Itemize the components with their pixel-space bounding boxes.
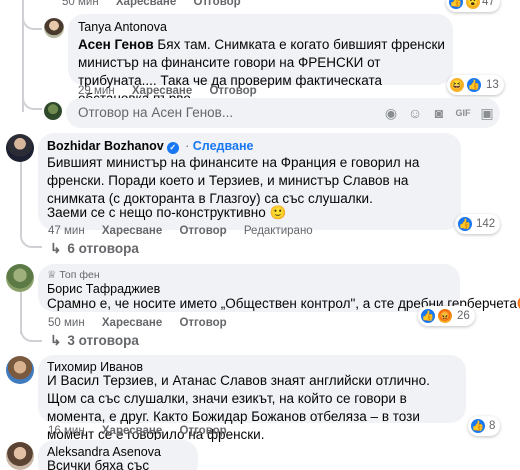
- comment-time: 47 мин: [48, 225, 85, 237]
- reaction-summary[interactable]: 👍 142: [455, 214, 501, 234]
- top-fan-badge: ♕ Топ фен: [47, 269, 100, 281]
- avatar[interactable]: [6, 356, 34, 384]
- comment-meta: 29 мин Харесване Отговор: [78, 85, 271, 97]
- reply-button[interactable]: Отговор: [209, 85, 256, 97]
- reply-button[interactable]: Отговор: [179, 425, 226, 437]
- comment-text: Всички бяха със слушалки.: [47, 458, 150, 470]
- reply-input[interactable]: Отговор на Асен Генов... ◉ ☺ ◙ GIF ▣: [66, 98, 500, 128]
- comment-bubble: Tanya Antonova Асен Генов Бях там. Снимк…: [68, 14, 453, 106]
- like-icon: 👍: [457, 216, 473, 232]
- comment-time: 29 мин: [78, 85, 115, 97]
- thread-curve: [22, 12, 42, 30]
- comment-meta: 16 мин Харесване Отговор: [48, 425, 241, 437]
- view-replies-button[interactable]: ↳ 6 отговора: [50, 241, 139, 257]
- top-comment-meta: 50 мин Харесване Отговор: [62, 0, 255, 8]
- haha-icon: 😆: [449, 77, 465, 93]
- avatar[interactable]: [6, 442, 34, 470]
- reaction-summary[interactable]: 😆 👍 13: [447, 75, 504, 95]
- top-time: 50 мин: [62, 0, 99, 8]
- badge-label: Топ фен: [59, 269, 100, 281]
- top-like-button[interactable]: Харесване: [116, 0, 176, 8]
- avatar-sticker-icon[interactable]: ◉: [382, 104, 400, 122]
- edited-label: Редактирано: [243, 225, 313, 237]
- reply-arrow-icon: ↳: [50, 333, 62, 348]
- reaction-count: 13: [486, 79, 499, 91]
- comment-text: Бившият министър на финансите на Франция…: [47, 155, 420, 206]
- comment-author[interactable]: Борис Тафраджиев: [47, 282, 160, 296]
- avatar[interactable]: [6, 264, 34, 292]
- comment-bubble: Bozhidar Bozhanov ✓ · Следване Бившият ми…: [38, 133, 461, 230]
- reaction-count: 26: [457, 310, 470, 322]
- current-user-avatar: [44, 102, 62, 120]
- reaction-count: 142: [476, 218, 496, 230]
- replies-count: 6 отговора: [67, 241, 139, 256]
- comment-author[interactable]: Tanya Antonova: [78, 20, 167, 34]
- verified-icon: ✓: [166, 142, 179, 154]
- view-replies-button[interactable]: ↳ 3 отговора: [50, 333, 139, 349]
- comment-author[interactable]: Bozhidar Bozhanov: [47, 139, 164, 153]
- replies-count: 3 отговора: [67, 333, 139, 348]
- comment-bubble: ♕ Топ фен Борис Тафраджиев Срамно е, че …: [38, 264, 520, 312]
- comment-meta: 50 мин Харесване Отговор: [48, 317, 241, 329]
- comment-text-2: Заеми се с нещо по-конструктивно 🙂: [47, 205, 287, 220]
- thread-curve: [20, 322, 42, 342]
- comment-bubble: Aleksandra Asenova Всички бяха със слуша…: [38, 440, 198, 470]
- top-reply-button[interactable]: Отговор: [193, 0, 240, 8]
- angry-icon: 😡: [437, 308, 453, 324]
- reply-arrow-icon: ↳: [50, 241, 62, 256]
- reply-button[interactable]: Отговор: [179, 317, 226, 329]
- like-button[interactable]: Харесване: [102, 425, 162, 437]
- mention-tag[interactable]: Асен Генов: [78, 37, 154, 52]
- like-button[interactable]: Харесване: [132, 85, 192, 97]
- reaction-summary[interactable]: 👍 😡 26: [418, 306, 475, 326]
- like-button[interactable]: Харесване: [102, 225, 162, 237]
- avatar[interactable]: [6, 134, 34, 162]
- comment-text: Срамно е, че носите името „Обществен кон…: [47, 296, 520, 311]
- gif-icon[interactable]: GIF: [454, 104, 472, 122]
- reaction-count: 8: [489, 420, 496, 432]
- comment-time: 16 мин: [48, 425, 85, 437]
- reaction-summary[interactable]: 👍 8: [468, 416, 501, 436]
- like-icon: 👍: [420, 308, 436, 324]
- avatar[interactable]: [44, 18, 64, 38]
- thread-curve: [20, 228, 42, 248]
- wow-icon: 😮: [465, 0, 481, 10]
- emoji-icon[interactable]: ☺: [406, 104, 424, 122]
- like-button[interactable]: Харесване: [102, 317, 162, 329]
- like-icon: 👍: [466, 77, 482, 93]
- sticker-icon[interactable]: ▣: [478, 104, 496, 122]
- reply-placeholder: Отговор на Асен Генов...: [78, 105, 234, 120]
- thread-curve: [22, 92, 42, 110]
- top-fan-icon: ♕: [47, 269, 57, 281]
- comment-time: 50 мин: [48, 317, 85, 329]
- follow-button[interactable]: Следване: [193, 139, 254, 153]
- like-icon: 👍: [448, 0, 464, 10]
- camera-icon[interactable]: ◙: [430, 104, 448, 122]
- top-reactions[interactable]: 👍 😮 47: [446, 0, 500, 12]
- comment-meta: 47 мин Харесване Отговор Редактирано: [48, 225, 327, 237]
- top-reaction-count: 47: [482, 0, 495, 8]
- comment-header: Bozhidar Bozhanov ✓ · Следване: [47, 139, 254, 154]
- comment-bubble: Тихомир Иванов И Васил Терзиев, и Атанас…: [38, 355, 466, 442]
- like-icon: 👍: [470, 418, 486, 434]
- reply-button[interactable]: Отговор: [179, 225, 226, 237]
- thread-line: [20, 160, 22, 236]
